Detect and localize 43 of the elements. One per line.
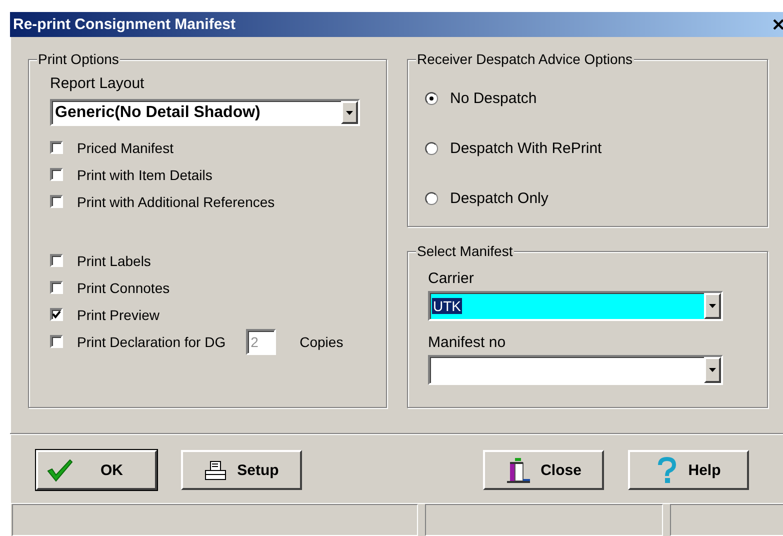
radio-button[interactable] — [425, 92, 438, 104]
checkbox[interactable] — [50, 254, 63, 267]
field-label: Manifest no — [428, 333, 507, 353]
radio-button[interactable] — [425, 192, 438, 204]
copies-label: Copies — [300, 334, 344, 350]
dropdown-arrow-icon — [709, 368, 716, 372]
group-title: Receiver Despatch Advice Options — [416, 51, 634, 68]
printer-icon — [204, 460, 228, 480]
checkbox[interactable] — [50, 281, 63, 294]
dialog-button[interactable]: Help — [628, 450, 749, 490]
checkbox-label[interactable]: Priced Manifest — [77, 140, 174, 156]
dropdown-arrow-icon — [346, 110, 353, 114]
dropdown-field[interactable]: UTK — [428, 291, 723, 321]
group-title: Print Options — [37, 51, 120, 68]
radio-label[interactable]: Despatch With RePrint — [450, 140, 602, 156]
field-label: Carrier — [428, 269, 475, 289]
checkbox-label[interactable]: Print with Additional References — [77, 194, 275, 210]
door-icon — [506, 457, 531, 483]
checkbox[interactable] — [50, 195, 63, 208]
dialog-button[interactable]: OK — [36, 450, 157, 490]
radio-label[interactable]: Despatch Only — [450, 190, 548, 206]
checkbox[interactable] — [50, 141, 63, 154]
checkbox-label[interactable]: Print with Item Details — [77, 166, 212, 182]
checkbox[interactable] — [50, 308, 63, 321]
radio-label[interactable]: No Despatch — [450, 90, 537, 106]
question-icon — [656, 456, 678, 484]
dialog-button[interactable]: Setup — [181, 450, 302, 490]
checkbox-label[interactable]: Print Connotes — [77, 280, 170, 296]
checkbox[interactable] — [50, 168, 63, 181]
check-icon — [52, 310, 61, 319]
close-icon[interactable] — [772, 18, 783, 31]
radio-button[interactable] — [425, 142, 438, 154]
check-icon — [46, 458, 74, 482]
checkbox-label[interactable]: Print Declaration for DG — [77, 334, 226, 350]
checkbox-label[interactable]: Print Preview — [77, 306, 160, 322]
report-layout-dropdown[interactable]: Generic(No Detail Shadow) — [50, 99, 360, 126]
dropdown-field[interactable] — [428, 355, 723, 385]
field-label: Report Layout — [50, 74, 146, 94]
checkbox-label[interactable]: Print Labels — [77, 252, 151, 268]
checkbox[interactable] — [50, 335, 63, 348]
window-title: Re-print Consignment Manifest — [13, 16, 236, 33]
dialog-button[interactable]: Close — [483, 450, 604, 490]
dropdown-arrow-icon — [709, 304, 716, 308]
